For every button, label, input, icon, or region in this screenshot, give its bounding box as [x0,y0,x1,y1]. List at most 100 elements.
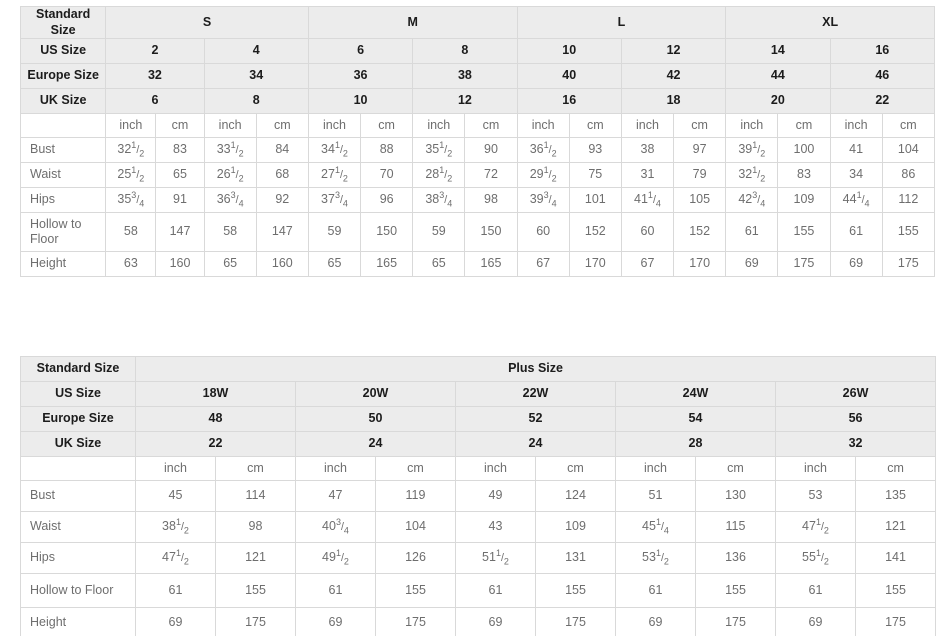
measurement-label: Height [20,607,136,636]
measure-cm: 155 [854,573,937,608]
measure-inch: 63 [105,251,157,278]
measure-cm: 92 [255,187,309,214]
measure-inch: 373/4 [307,187,362,214]
measure-inch: 321/2 [105,137,157,164]
measure-cm: 147 [155,212,205,253]
unit-row-blank [19,113,107,139]
uk-size-cell: 6 [105,88,205,115]
measure-inch: 59 [412,212,466,253]
row-header-europe-size: Europe Size [19,63,107,90]
unit-inch: inch [135,456,216,481]
measure-inch: 61 [295,573,376,608]
size-chart-page: Standard Size S M L XL US Size 2 4 6 8 1… [0,0,950,636]
unit-inch: inch [105,113,157,139]
measure-inch: 65 [412,251,466,278]
measure-cm: 109 [535,511,616,543]
uk-size-cell: 10 [307,88,414,115]
fraction-value: 403/4 [322,517,349,536]
fraction-value: 341/2 [321,140,348,159]
measurement-label: Bust [19,137,107,164]
row-header-uk-size: UK Size [20,431,136,457]
table-row: Hollow to Floor 61 155 61 155 61 155 61 … [20,573,937,608]
uk-size-cell: 32 [774,431,937,457]
measure-cm: 175 [215,607,296,636]
unit-inch: inch [620,113,675,139]
measure-inch: 403/4 [295,511,376,543]
measure-cm: 112 [881,187,936,214]
standard-corner-label: Standard Size [19,5,107,40]
measure-inch: 271/2 [307,162,362,189]
fraction-value: 373/4 [321,190,348,209]
uk-size-cell: 22 [829,88,936,115]
measure-inch: 67 [516,251,570,278]
us-size-cell: 22W [455,381,616,407]
fraction-value: 331/2 [216,140,244,159]
fraction-value: 491/2 [322,548,349,567]
uk-size-cell: 12 [412,88,518,115]
measure-inch: 49 [455,480,536,512]
us-size-cell: 26W [774,381,937,407]
measure-inch: 291/2 [516,162,570,189]
unit-inch: inch [615,456,696,481]
europe-size-cell: 56 [774,406,937,432]
europe-size-cell: 48 [135,406,296,432]
measure-cm: 109 [777,187,831,214]
measure-cm: 65 [155,162,205,189]
unit-row-blank [20,456,136,481]
unit-cm: cm [155,113,205,139]
fraction-value: 451/4 [642,517,669,536]
fraction-value: 353/4 [117,190,145,209]
measure-inch: 59 [307,212,362,253]
plus-uk-size-row: UK Size 22 24 24 28 32 [20,431,937,457]
measure-inch: 69 [455,607,536,636]
row-header-us-size: US Size [20,381,136,407]
fraction-value: 531/2 [642,548,669,567]
measure-inch: 251/2 [105,162,157,189]
row-header-us-size: US Size [19,38,107,65]
unit-cm: cm [673,113,727,139]
measurement-label: Hollow to Floor [19,212,107,253]
standard-uk-size-row: UK Size 6 8 10 12 16 18 20 22 [19,88,936,115]
measure-cm: 175 [854,607,937,636]
measure-cm: 72 [464,162,518,189]
measure-inch: 58 [105,212,157,253]
measure-cm: 155 [881,212,936,253]
measure-inch: 321/2 [725,162,779,189]
measure-cm: 175 [777,251,831,278]
unit-inch: inch [455,456,536,481]
measure-cm: 90 [464,137,518,164]
unit-cm: cm [777,113,831,139]
corner-label-line2: Size [50,22,76,37]
table-row: Hips 471/2 121 491/2 126 511/2 131 531/2… [20,542,937,574]
standard-size-table: Standard Size S M L XL US Size 2 4 6 8 1… [19,5,936,278]
measure-inch: 61 [455,573,536,608]
table-row: Bust 321/2 83 331/2 84 341/2 88 351/2 90… [19,137,936,164]
unit-cm: cm [881,113,936,139]
measure-inch: 61 [135,573,216,608]
measure-inch: 41 [829,137,883,164]
measure-inch: 361/2 [516,137,570,164]
measure-cm: 130 [695,480,776,512]
measure-cm: 155 [215,573,296,608]
fraction-value: 511/2 [482,548,509,567]
measurement-label-line1: Hollow to [30,216,82,231]
us-size-cell: 24W [615,381,776,407]
us-size-cell: 12 [620,38,727,65]
fraction-value: 381/2 [162,517,189,536]
measure-inch: 491/2 [295,542,376,574]
measure-cm: 175 [375,607,456,636]
measurement-label: Hips [19,187,107,214]
uk-size-cell: 28 [615,431,776,457]
measure-inch: 60 [516,212,570,253]
measure-cm: 75 [568,162,622,189]
measure-cm: 175 [535,607,616,636]
measurement-label: Waist [19,162,107,189]
measure-cm: 121 [854,511,937,543]
measure-inch: 43 [455,511,536,543]
measure-cm: 114 [215,480,296,512]
measure-inch: 69 [775,607,856,636]
measure-inch: 393/4 [516,187,570,214]
fraction-value: 393/4 [529,190,557,209]
corner-label-line1: Standard [36,7,91,21]
measure-inch: 34 [829,162,883,189]
